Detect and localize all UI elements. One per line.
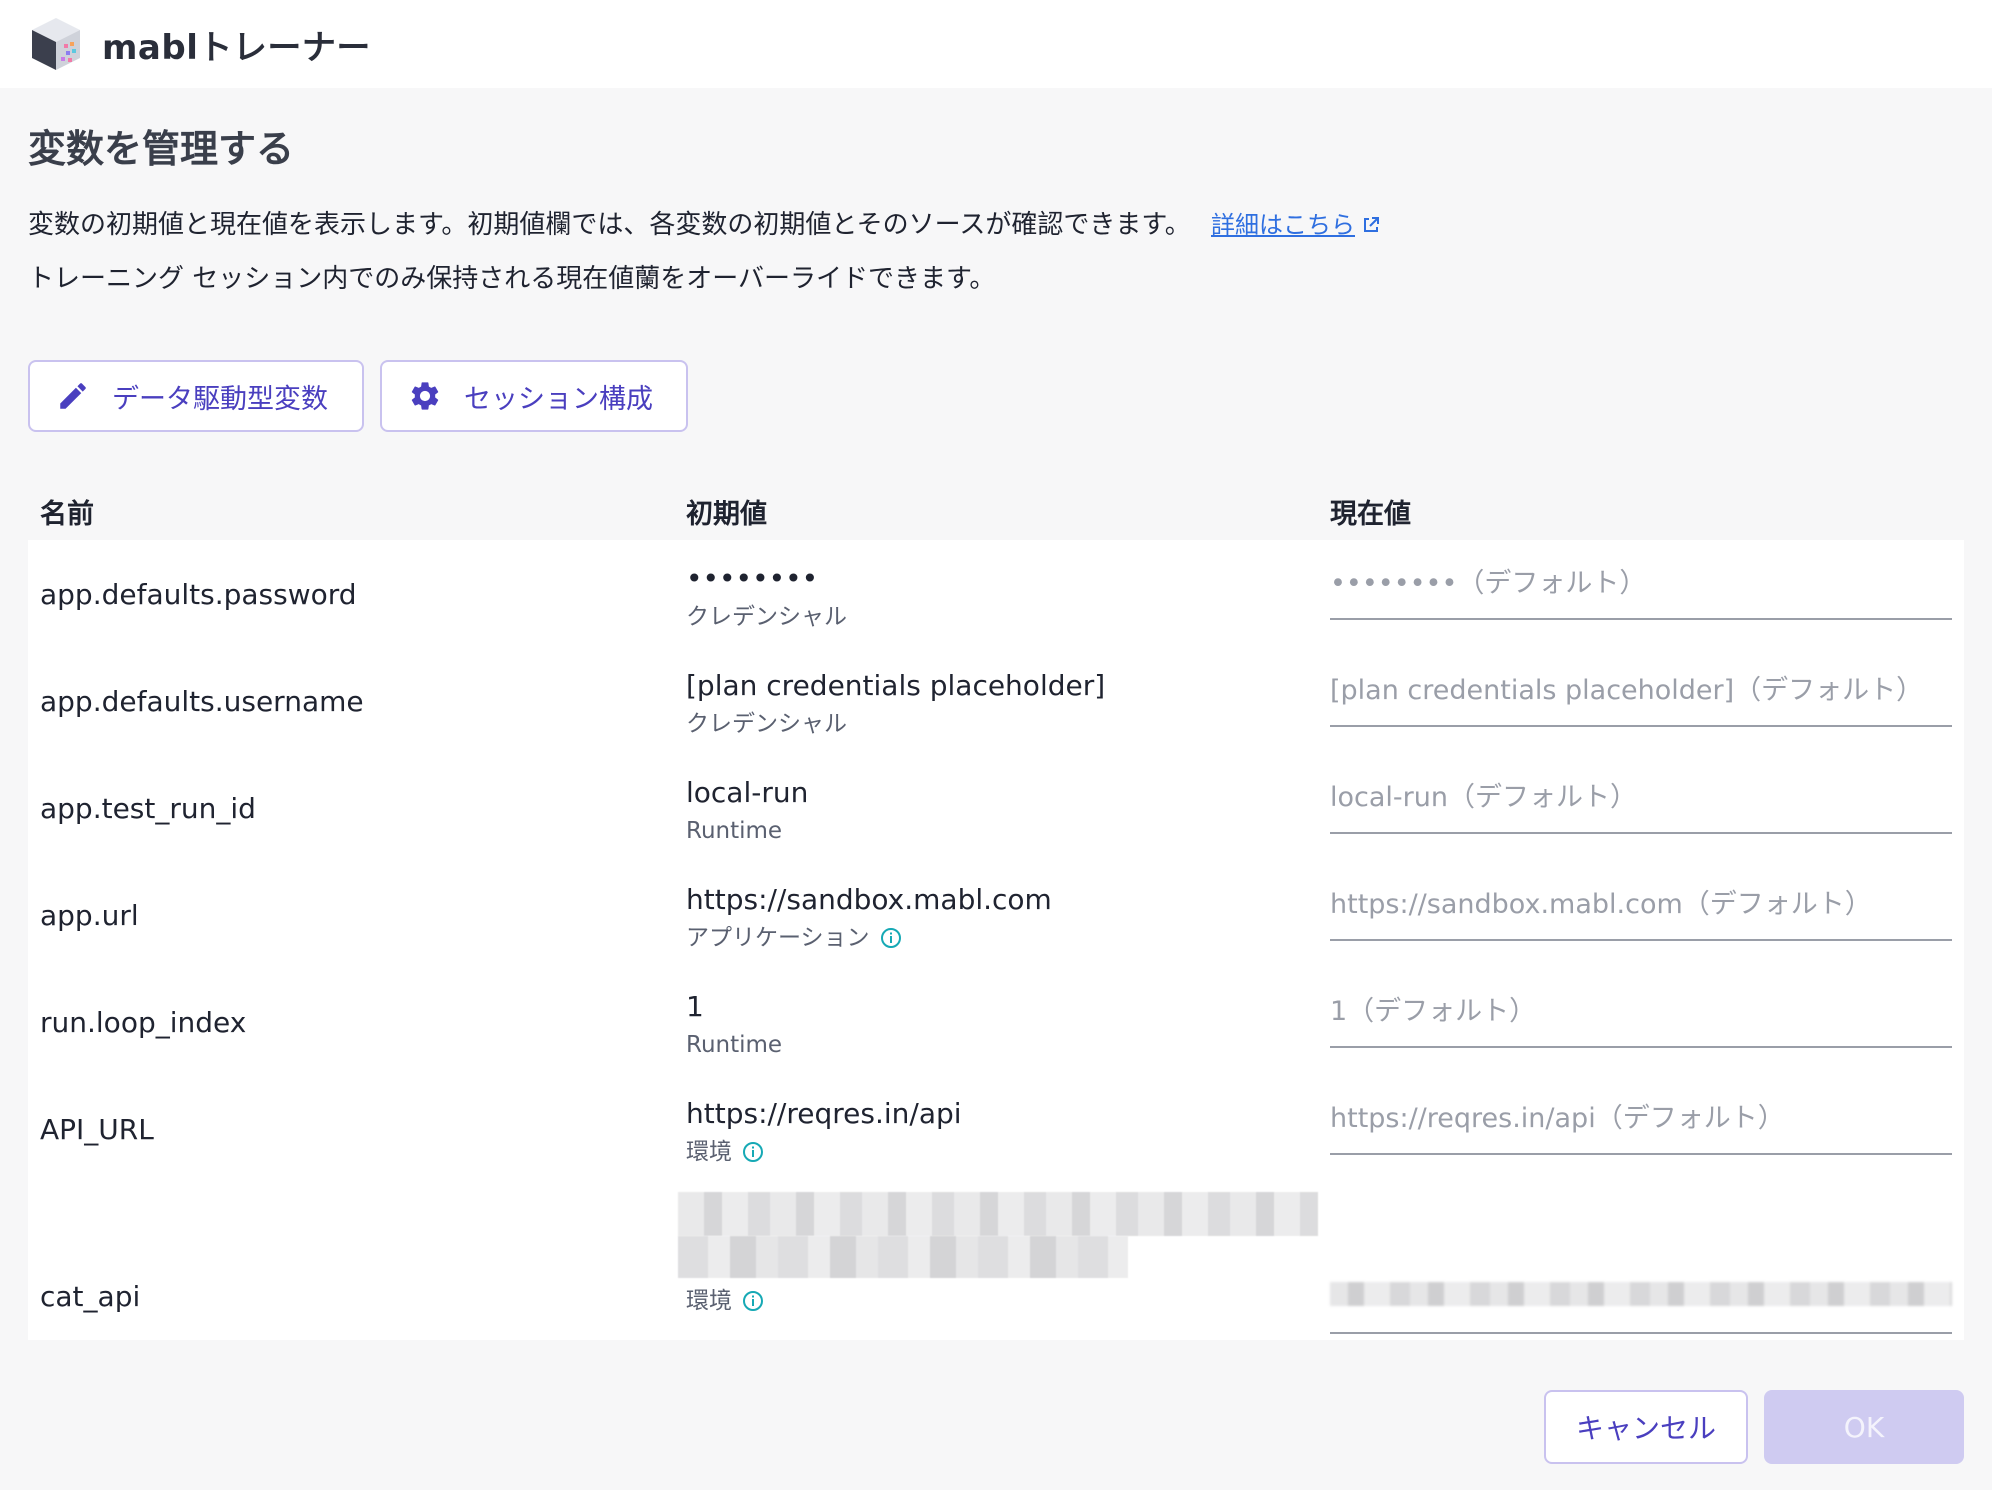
current-value-input[interactable] [1330, 889, 1952, 920]
variable-name: app.defaults.username [40, 685, 364, 718]
current-value-field[interactable] [1330, 1075, 1952, 1155]
description-text-1: 変数の初期値と現在値を表示します。初期値欄では、各変数の初期値とそのソースが確認… [28, 210, 1191, 240]
ok-button[interactable]: OK [1764, 1390, 1964, 1464]
info-icon[interactable] [880, 927, 902, 949]
variable-name: API_URL [40, 1113, 154, 1146]
current-value-field[interactable] [1330, 540, 1952, 620]
initial-value: [plan credentials placeholder] [686, 669, 1106, 702]
value-source: 環境 [686, 1282, 1318, 1320]
redacted-block [1330, 1282, 1952, 1306]
value-source-label: クレデンシャル [686, 604, 847, 630]
session-config-button[interactable]: セッション構成 [380, 360, 688, 432]
initial-value: https://reqres.in/api [686, 1097, 962, 1130]
current-value-field[interactable] [1330, 647, 1952, 727]
initial-value: •••••••• [686, 562, 819, 595]
app-title: mablトレーナー [102, 27, 371, 68]
value-source-label: アプリケーション [686, 925, 870, 951]
initial-value: local-run [686, 776, 809, 809]
data-driven-variables-label: データ駆動型変数 [112, 383, 328, 415]
initial-value-cell: https://reqres.in/api 環境 [686, 1095, 962, 1171]
current-value-input[interactable] [1330, 782, 1952, 813]
value-source: 環境 [686, 1133, 962, 1171]
column-header-initial: 初期値 [686, 499, 767, 530]
value-source: クレデンシャル [686, 705, 1105, 743]
learn-more-link[interactable]: 詳細はこちら [1211, 211, 1381, 239]
cancel-button[interactable]: キャンセル [1544, 1390, 1748, 1464]
initial-value: https://sandbox.mabl.com [686, 883, 1052, 916]
redacted-block [678, 1236, 1128, 1278]
initial-value-cell: local-run Runtime [686, 774, 808, 850]
initial-value-cell: [plan credentials placeholder] クレデンシャル [686, 667, 1105, 743]
info-icon[interactable] [742, 1290, 764, 1312]
current-value-input[interactable] [1330, 568, 1952, 599]
variable-name: app.url [40, 899, 139, 932]
value-source: Runtime [686, 812, 808, 850]
pencil-icon [60, 383, 86, 409]
value-source: アプリケーション [686, 919, 1052, 957]
initial-value-cell: •••••••• クレデンシャル [686, 560, 847, 636]
mabl-logo-icon [32, 18, 80, 70]
initial-value-cell: 環境 [678, 1192, 1318, 1320]
initial-value-cell: 1 Runtime [686, 988, 782, 1064]
variable-name: app.test_run_id [40, 792, 256, 825]
value-source-label: 環境 [686, 1288, 732, 1314]
value-source-label: 環境 [686, 1139, 732, 1165]
column-header-current: 現在値 [1330, 499, 1411, 530]
data-driven-variables-button[interactable]: データ駆動型変数 [28, 360, 364, 432]
external-link-icon [1364, 217, 1379, 232]
value-source: Runtime [686, 1026, 782, 1064]
current-value-field[interactable] [1330, 861, 1952, 941]
initial-value: 1 [686, 990, 704, 1023]
session-config-label: セッション構成 [464, 383, 653, 415]
current-value-field[interactable] [1330, 754, 1952, 834]
current-value-field[interactable] [1330, 1242, 1952, 1334]
description-line-1: 変数の初期値と現在値を表示します。初期値欄では、各変数の初期値とそのソースが確認… [28, 204, 1381, 241]
column-header-name: 名前 [40, 499, 94, 530]
description-line-2: トレーニング セッション内でのみ保持される現在値蘭をオーバーライドできます。 [28, 264, 996, 294]
gear-icon [411, 382, 439, 410]
value-source: クレデンシャル [686, 598, 847, 636]
variable-name: app.defaults.password [40, 578, 357, 611]
value-source-label: Runtime [686, 818, 783, 844]
title-bar: mablトレーナー [0, 0, 1992, 88]
dialog-title: 変数を管理する [28, 127, 295, 171]
current-value-field[interactable] [1330, 968, 1952, 1048]
redacted-value [678, 1192, 1318, 1278]
learn-more-label: 詳細はこちら [1211, 211, 1355, 239]
value-source-label: クレデンシャル [686, 711, 847, 737]
variable-name: cat_api [40, 1280, 141, 1313]
info-icon[interactable] [742, 1141, 764, 1163]
initial-value-cell: https://sandbox.mabl.com アプリケーション [686, 881, 1052, 957]
current-value-input[interactable] [1330, 996, 1952, 1027]
variable-name: run.loop_index [40, 1006, 247, 1039]
current-value-input[interactable] [1330, 675, 1952, 706]
current-value-input[interactable] [1330, 1103, 1952, 1134]
redacted-block [678, 1192, 1318, 1236]
variables-table: app.defaults.password •••••••• クレデンシャル a… [28, 540, 1964, 1340]
value-source-label: Runtime [686, 1032, 783, 1058]
